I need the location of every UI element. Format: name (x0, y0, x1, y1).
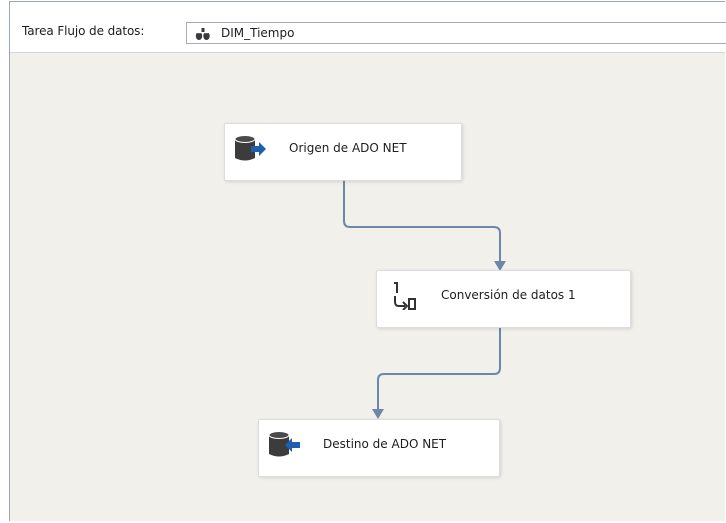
data-flow-task-toolbar: Tarea Flujo de datos: DIM_Tiempo (10, 2, 726, 53)
ado-net-source-icon (233, 133, 267, 163)
component-data-conversion[interactable]: Conversión de datos 1 (376, 270, 631, 328)
path-conversion-to-destination (377, 328, 501, 411)
path-source-to-conversion (343, 181, 501, 263)
design-surface[interactable]: Origen de ADO NET Conversión de datos 1 (10, 53, 725, 521)
data-flow-task-icon (195, 26, 211, 40)
data-flow-designer: Tarea Flujo de datos: DIM_Tiempo Origen … (9, 1, 726, 521)
data-flow-task-label: Tarea Flujo de datos: (22, 24, 145, 38)
data-flow-task-selector[interactable]: DIM_Tiempo (186, 22, 726, 44)
component-ado-net-destination[interactable]: Destino de ADO NET (258, 419, 500, 477)
ado-net-destination-icon (267, 429, 301, 459)
component-label: Origen de ADO NET (289, 141, 407, 155)
selected-task-name: DIM_Tiempo (221, 26, 295, 40)
component-label: Destino de ADO NET (323, 437, 447, 451)
arrow-head-2 (372, 409, 384, 419)
data-conversion-icon (385, 280, 419, 311)
component-ado-net-source[interactable]: Origen de ADO NET (224, 123, 462, 181)
component-label: Conversión de datos 1 (441, 288, 576, 302)
